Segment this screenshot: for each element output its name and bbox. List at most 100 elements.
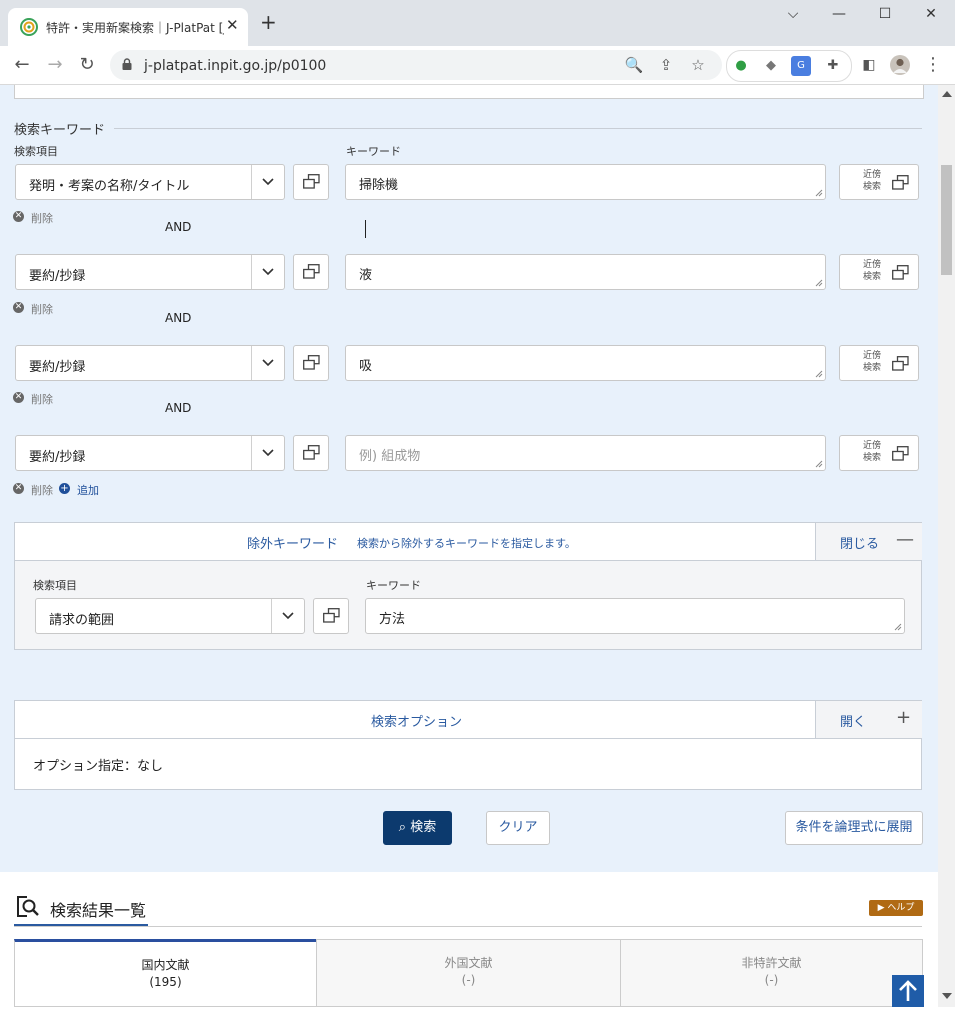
window-stack-icon <box>323 608 340 623</box>
minimize-icon[interactable]: — <box>824 6 854 26</box>
window-stack-icon <box>303 355 320 370</box>
field-picker-button[interactable] <box>293 435 329 471</box>
back-to-top-button[interactable] <box>892 975 924 1007</box>
search-option-header[interactable]: 検索オプション 開く + <box>15 701 922 739</box>
search-field-select[interactable]: 発明・考案の名称/タイトル <box>15 164 285 200</box>
keyword-input[interactable]: 液 <box>345 254 826 290</box>
tab-non-patent-documents[interactable]: 非特許文献 (-) <box>620 939 923 1007</box>
search-field-select[interactable]: 要約/抄録 <box>15 254 285 290</box>
search-option-open-button[interactable]: 開く + <box>815 701 922 738</box>
delete-row-button[interactable]: ✕ 削除 <box>13 391 93 406</box>
result-count: (-) <box>461 973 476 987</box>
maximize-icon[interactable]: ☐ <box>870 6 900 26</box>
keyword-input[interactable]: 吸 <box>345 345 826 381</box>
keyword-input[interactable]: 例) 組成物 <box>345 435 826 471</box>
browser-toolbar: ← → ↻ j-platpat.inpit.go.jp/p0100 🔍 ⇪ ☆ … <box>0 46 955 85</box>
page-scrollbar[interactable] <box>938 85 955 1007</box>
exclude-keyword-close-button[interactable]: 閉じる — <box>815 523 922 560</box>
near-search-label: 近傍検索 <box>862 441 881 463</box>
exclude-keyword-header[interactable]: 除外キーワード 検索から除外するキーワードを指定します。 閉じる — <box>15 523 922 561</box>
back-icon[interactable]: ← <box>9 52 35 78</box>
resize-grip-icon[interactable] <box>815 189 823 197</box>
evernote-icon[interactable]: ● <box>731 56 751 76</box>
browser-titlebar: 特許・実用新案検索｜J-PlatPat [JPO ✕ + ⌵ — ☐ ✕ <box>0 0 955 46</box>
jplatpat-favicon-icon <box>20 18 38 36</box>
search-option-body: オプション指定：なし <box>15 739 921 789</box>
near-search-button[interactable]: 近傍検索 <box>839 164 919 200</box>
address-bar[interactable]: j-platpat.inpit.go.jp/p0100 🔍 ⇪ ☆ <box>110 50 722 80</box>
search-button[interactable]: ⌕ 検索 <box>383 811 452 845</box>
exclude-field-select[interactable]: 請求の範囲 <box>35 598 305 634</box>
search-field-value: 要約/抄録 <box>29 450 86 465</box>
expand-icon: + <box>896 707 912 728</box>
scrollbar-thumb[interactable] <box>941 165 952 275</box>
window-stack-icon <box>303 445 320 460</box>
dropbox-icon[interactable]: ◆ <box>761 56 781 76</box>
tab-domestic-documents[interactable]: 国内文献 (195) <box>14 939 317 1007</box>
search-field-select[interactable]: 要約/抄録 <box>15 345 285 381</box>
search-icon: ⌕ <box>398 820 407 835</box>
near-search-button[interactable]: 近傍検索 <box>839 345 919 381</box>
clear-button[interactable]: クリア <box>486 811 550 845</box>
field-column-label: 検索項目 <box>14 145 58 158</box>
near-search-button[interactable]: 近傍検索 <box>839 254 919 290</box>
near-search-label: 近傍検索 <box>862 170 881 192</box>
exclude-keyword-body: 検索項目 キーワード 請求の範囲 方法 <box>15 561 921 649</box>
search-field-value: 要約/抄録 <box>29 269 86 284</box>
keyword-value: 掃除機 <box>359 178 399 193</box>
reload-icon[interactable]: ↻ <box>74 52 100 78</box>
tab-close-icon[interactable]: ✕ <box>226 16 239 34</box>
search-field-value: 発明・考案の名称/タイトル <box>29 179 190 194</box>
window-stack-icon <box>892 175 909 190</box>
translate-icon[interactable]: G <box>791 56 811 76</box>
delete-row-button[interactable]: ✕ 削除 <box>13 210 93 225</box>
window-stack-icon <box>892 356 909 371</box>
field-picker-button[interactable] <box>293 345 329 381</box>
result-count: (195) <box>149 975 182 989</box>
section-divider <box>114 128 922 129</box>
resize-grip-icon[interactable] <box>815 460 823 468</box>
chevron-down-icon <box>251 436 284 470</box>
expand-logic-button[interactable]: 条件を論理式に展開 <box>785 811 923 845</box>
add-row-button[interactable]: + 追加 <box>13 482 113 497</box>
delete-row-button[interactable]: ✕ 削除 <box>13 301 93 316</box>
profile-avatar[interactable] <box>887 52 913 78</box>
field-picker-button[interactable] <box>293 164 329 200</box>
zoom-icon[interactable]: 🔍 <box>624 55 644 75</box>
tab-search-icon[interactable]: ⌵ <box>778 6 808 26</box>
scroll-up-arrow-icon[interactable] <box>942 91 952 97</box>
near-search-button[interactable]: 近傍検索 <box>839 435 919 471</box>
browser-menu-icon[interactable]: ⋮ <box>920 52 946 78</box>
keyword-input[interactable]: 掃除機 <box>345 164 826 200</box>
delete-icon: ✕ <box>13 392 24 403</box>
keyword-value: 液 <box>359 268 373 283</box>
browser-tab[interactable]: 特許・実用新案検索｜J-PlatPat [JPO ✕ <box>8 8 248 46</box>
search-field-value: 要約/抄録 <box>29 360 86 375</box>
new-tab-icon[interactable]: + <box>260 12 277 32</box>
field-picker-button[interactable] <box>293 254 329 290</box>
search-field-select[interactable]: 要約/抄録 <box>15 435 285 471</box>
url-text: j-platpat.inpit.go.jp/p0100 <box>144 58 327 74</box>
option-summary: オプション指定：なし <box>33 759 164 774</box>
share-icon[interactable]: ⇪ <box>656 55 676 75</box>
extensions-puzzle-icon[interactable]: ✚ <box>823 56 843 76</box>
exclude-field-picker-button[interactable] <box>313 598 349 634</box>
resize-grip-icon[interactable] <box>815 279 823 287</box>
delete-icon: ✕ <box>13 211 24 222</box>
tab-foreign-documents[interactable]: 外国文献 (-) <box>316 939 621 1007</box>
exclude-keyword-input[interactable]: 方法 <box>365 598 905 634</box>
tab-title: 特許・実用新案検索｜J-PlatPat [JPO <box>46 21 224 35</box>
resize-grip-icon[interactable] <box>894 623 902 631</box>
forward-icon[interactable]: → <box>42 52 68 78</box>
window-close-icon[interactable]: ✕ <box>916 6 946 26</box>
results-divider <box>14 926 922 927</box>
lock-icon <box>122 58 132 70</box>
scroll-down-arrow-icon[interactable] <box>942 993 952 999</box>
text-cursor <box>365 220 366 238</box>
exclude-keyword-description: 検索から除外するキーワードを指定します。 <box>357 537 576 550</box>
resize-grip-icon[interactable] <box>815 370 823 378</box>
bookmark-star-icon[interactable]: ☆ <box>688 55 708 75</box>
help-button[interactable]: ▶ ヘルプ <box>869 900 923 916</box>
near-search-label: 近傍検索 <box>862 260 881 282</box>
side-panel-icon[interactable]: ◧ <box>856 52 882 78</box>
